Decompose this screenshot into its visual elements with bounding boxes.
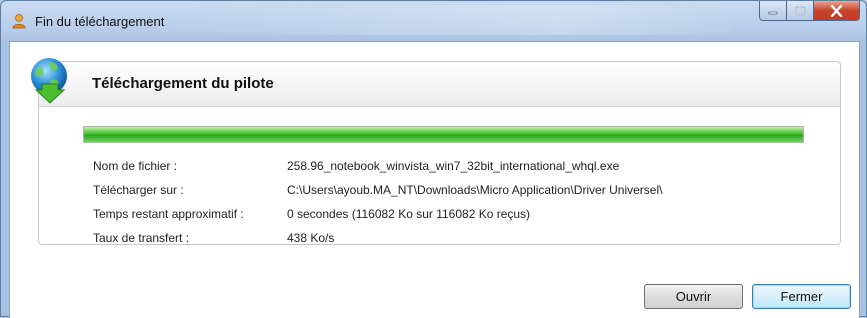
close-dialog-button[interactable]: Fermer [752,284,851,309]
minimize-button[interactable] [759,1,787,21]
window-title: Fin du téléchargement [35,14,165,29]
transfer-rate-value: 438 Ko/s [287,231,335,245]
filename-label: Nom de fichier : [93,159,178,173]
window-controls [759,1,860,21]
panel-title: Téléchargement du pilote [92,75,274,92]
close-button[interactable] [814,1,860,21]
maximize-icon [794,5,806,16]
app-user-icon [12,14,26,29]
title-bar-background-blur [171,5,731,35]
title-bar[interactable]: Fin du téléchargement [1,1,866,41]
destination-label: Télécharger sur : [93,183,184,197]
dialog-content: Téléchargement du pilote Nom de fichier … [9,41,860,318]
filename-value: 258.96_notebook_winvista_win7_32bit_inte… [287,159,620,173]
globe-download-icon [31,58,67,104]
destination-value: C:\Users\ayoub.MA_NT\Downloads\Micro App… [287,183,663,197]
download-panel: Téléchargement du pilote Nom de fichier … [31,58,841,245]
close-icon [830,4,843,17]
transfer-rate-label: Taux de transfert : [93,231,190,245]
maximize-button[interactable] [787,1,814,21]
download-progress-bar [83,126,804,143]
time-remaining-label: Temps restant approximatif : [93,207,244,221]
minimize-icon [768,11,778,14]
open-button[interactable]: Ouvrir [644,284,743,309]
time-remaining-value: 0 secondes (116082 Ko sur 116082 Ko reçu… [287,207,531,221]
panel-header: Téléchargement du pilote [31,58,840,107]
download-complete-dialog: Fin du téléchargement Téléchargement du … [0,0,867,318]
progress-fill [84,127,803,142]
